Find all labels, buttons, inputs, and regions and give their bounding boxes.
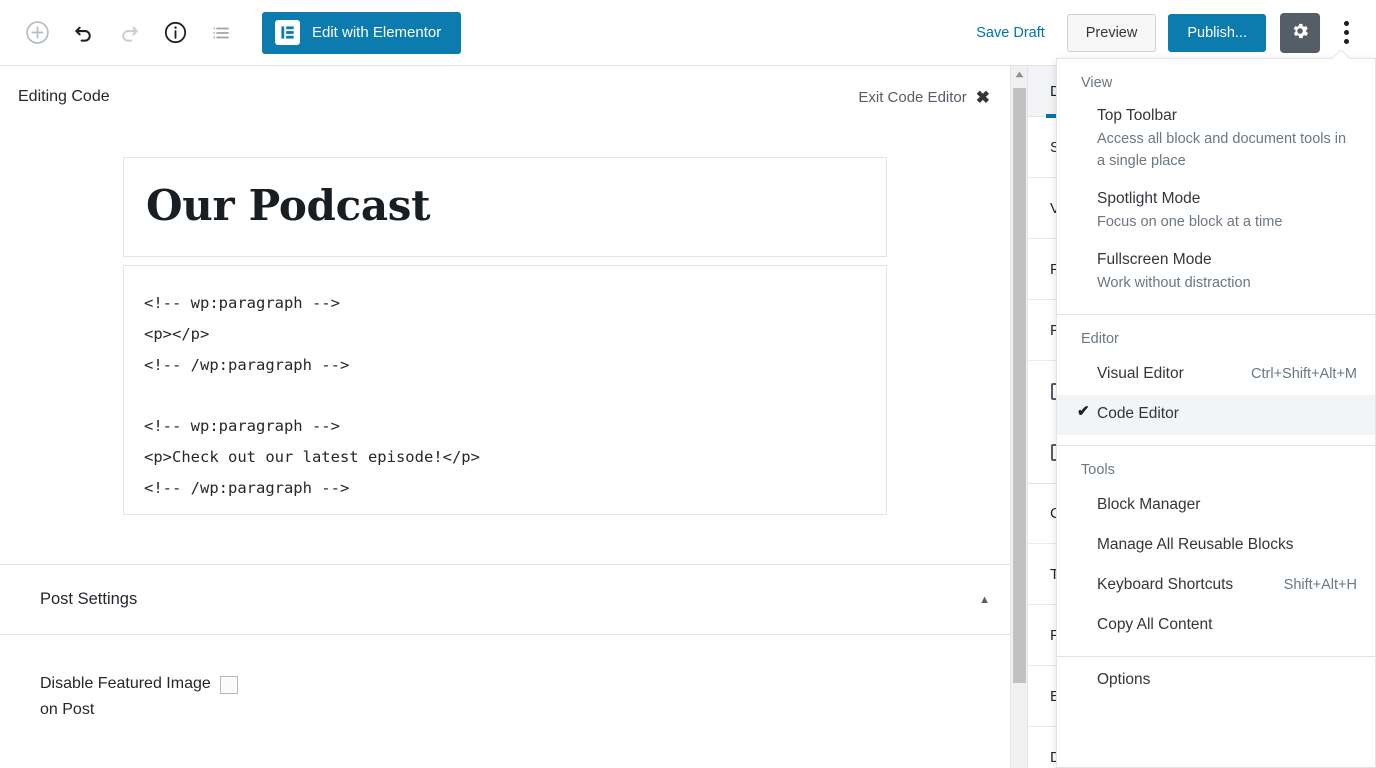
kebab-menu-icon — [1343, 21, 1349, 44]
menu-section-label-tools: Tools — [1081, 462, 1115, 478]
menu-item-label: Fullscreen Mode — [1097, 251, 1212, 268]
gear-icon — [1290, 21, 1310, 44]
editing-code-label: Editing Code — [18, 88, 110, 105]
code-editor-textarea[interactable]: <!-- wp:paragraph --> <p></p> <!-- /wp:p… — [123, 265, 887, 516]
post-settings-header[interactable]: Post Settings ▲ — [0, 565, 1010, 636]
menu-item-spotlight-mode[interactable]: Spotlight Mode Focus on one block at a t… — [1057, 182, 1375, 243]
info-icon[interactable] — [152, 10, 198, 56]
code-editor-body: Our Podcast <!-- wp:paragraph --> <p></p… — [0, 157, 1010, 516]
post-settings-body: Disable Featured Image on Post — [0, 635, 1010, 723]
menu-section-label-editor: Editor — [1081, 331, 1119, 347]
scroll-up-arrow-icon[interactable] — [1011, 66, 1028, 83]
exit-code-editor-label: Exit Code Editor — [858, 88, 967, 106]
menu-item-fullscreen-mode[interactable]: Fullscreen Mode Work without distraction — [1057, 243, 1375, 304]
menu-section-label-view: View — [1081, 75, 1113, 91]
settings-gear-button[interactable] — [1280, 12, 1320, 53]
menu-bottom-padding — [1057, 703, 1375, 717]
disable-featured-image-label: Disable Featured Image on Post — [40, 675, 211, 719]
menu-item-description: Access all block and document tools in a… — [1097, 131, 1347, 169]
menu-item-label: Code Editor — [1097, 405, 1179, 422]
edit-with-elementor-label: Edit with Elementor — [312, 24, 442, 41]
menu-item-options[interactable]: Options — [1057, 657, 1375, 703]
disable-featured-image-checkbox[interactable] — [220, 676, 238, 695]
menu-item-manage-reusable-blocks[interactable]: Manage All Reusable Blocks — [1057, 526, 1375, 566]
post-title-field[interactable]: Our Podcast — [123, 157, 887, 258]
menu-item-shortcut: Ctrl+Shift+Alt+M — [1251, 366, 1357, 382]
menu-item-copy-all-content[interactable]: Copy All Content — [1057, 606, 1375, 646]
code-editor-region: Editing Code Exit Code Editor ✖ Our Podc… — [0, 66, 1010, 768]
menu-item-top-toolbar[interactable]: Top Toolbar Access all block and documen… — [1057, 99, 1375, 182]
code-editor-header: Editing Code Exit Code Editor ✖ — [0, 66, 1010, 106]
post-title-text: Our Podcast — [146, 181, 431, 230]
menu-item-shortcut: Shift+Alt+H — [1283, 577, 1357, 593]
add-block-icon[interactable] — [14, 10, 60, 56]
menu-item-code-editor[interactable]: ✔ Code Editor — [1057, 395, 1375, 435]
more-options-button[interactable] — [1328, 13, 1364, 53]
scrollbar-thumb[interactable] — [1013, 88, 1026, 683]
menu-item-block-manager[interactable]: Block Manager — [1057, 486, 1375, 526]
post-settings-title: Post Settings — [40, 590, 138, 609]
redo-icon[interactable] — [106, 10, 152, 56]
menu-item-label: Top Toolbar — [1097, 107, 1177, 124]
checkmark-icon: ✔ — [1077, 403, 1090, 420]
elementor-badge-icon — [275, 20, 300, 45]
exit-code-editor-button[interactable]: Exit Code Editor ✖ — [858, 89, 990, 106]
menu-item-description: Focus on one block at a time — [1097, 214, 1283, 230]
close-x-icon: ✖ — [975, 87, 990, 107]
preview-button[interactable]: Preview — [1066, 13, 1157, 52]
menu-item-keyboard-shortcuts[interactable]: Keyboard Shortcuts Shift+Alt+H — [1057, 566, 1375, 606]
publish-button[interactable]: Publish... — [1168, 13, 1266, 52]
menu-item-description: Work without distraction — [1097, 275, 1251, 291]
menu-item-visual-editor[interactable]: Visual Editor Ctrl+Shift+Alt+M — [1057, 355, 1375, 395]
toolbar-right-group: Save Draft Preview Publish... — [976, 12, 1376, 53]
menu-caret-icon — [1333, 50, 1349, 59]
toolbar-left-group: Edit with Elementor — [0, 10, 462, 56]
editor-top-toolbar: Edit with Elementor Save Draft Preview P… — [0, 0, 1376, 66]
more-options-dropdown-menu: View Top Toolbar Access all block and do… — [1056, 58, 1376, 768]
menu-item-label: Visual Editor — [1097, 365, 1184, 382]
edit-with-elementor-button[interactable]: Edit with Elementor — [262, 11, 462, 54]
menu-item-label: Keyboard Shortcuts — [1097, 576, 1234, 593]
menu-item-label: Block Manager — [1097, 496, 1201, 513]
collapse-triangle-icon[interactable]: ▲ — [979, 594, 990, 606]
menu-item-label: Copy All Content — [1097, 616, 1213, 633]
menu-item-label: Manage All Reusable Blocks — [1097, 536, 1294, 553]
editor-vertical-scrollbar[interactable] — [1010, 66, 1028, 768]
list-view-icon[interactable] — [198, 10, 244, 56]
menu-item-label: Spotlight Mode — [1097, 190, 1201, 207]
menu-item-label: Options — [1097, 671, 1151, 688]
undo-icon[interactable] — [60, 10, 106, 56]
save-draft-button[interactable]: Save Draft — [976, 25, 1045, 41]
